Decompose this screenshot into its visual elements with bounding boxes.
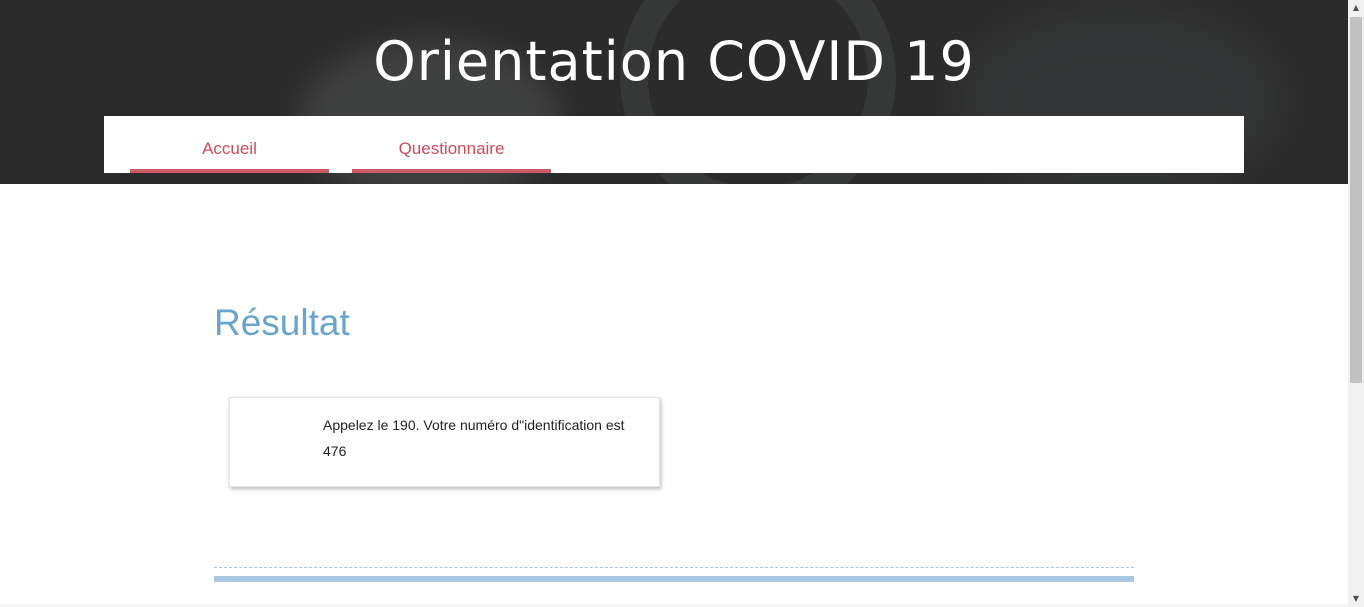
footer-divider xyxy=(214,576,1134,582)
vertical-scrollbar[interactable]: ▲ ▼ xyxy=(1348,0,1364,607)
triangle-down-icon[interactable]: ▼ xyxy=(1348,591,1364,607)
triangle-up-icon[interactable]: ▲ xyxy=(1348,0,1364,16)
page: Orientation COVID 19 Accueil Questionnai… xyxy=(0,0,1364,607)
dashed-divider xyxy=(214,567,1134,568)
scrollbar-thumb[interactable] xyxy=(1350,17,1362,383)
nav-link-questionnaire[interactable]: Questionnaire xyxy=(352,116,551,173)
nav-link-accueil[interactable]: Accueil xyxy=(130,116,329,173)
main-navbar: Accueil Questionnaire xyxy=(104,116,1244,173)
result-card: Appelez le 190. Votre numéro d"identific… xyxy=(229,397,660,487)
result-heading: Résultat xyxy=(214,302,350,343)
result-message: Appelez le 190. Votre numéro d"identific… xyxy=(323,417,625,459)
site-title: Orientation COVID 19 xyxy=(373,30,975,93)
hero-header: Orientation COVID 19 Accueil Questionnai… xyxy=(0,0,1348,184)
